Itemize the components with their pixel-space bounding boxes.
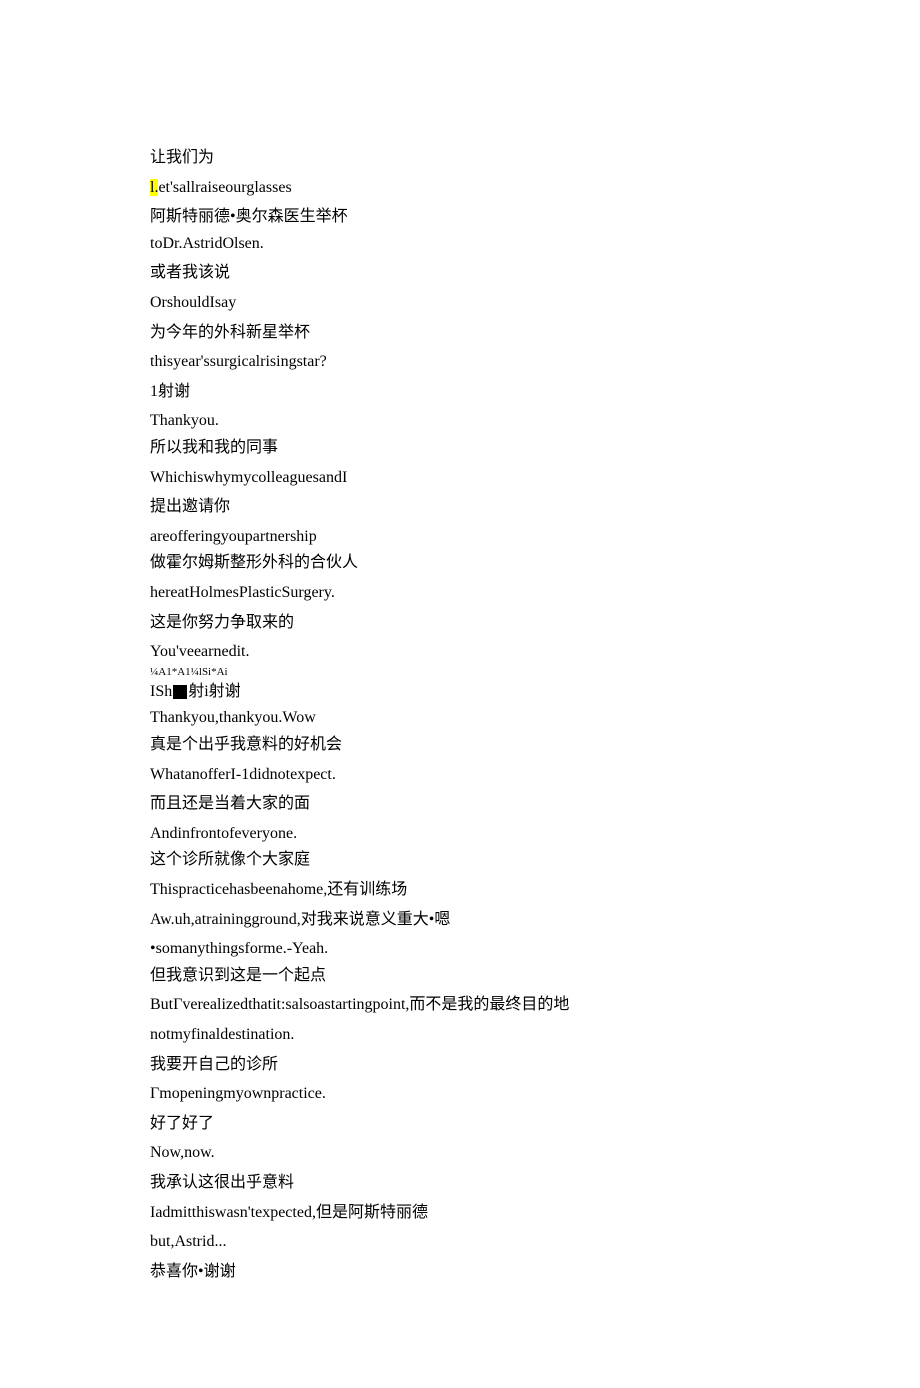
text-line-35: Now,now. [150,1140,770,1166]
text-line-0: 让我们为 [150,145,770,171]
text-line-30: ButΓverealizedthatit:salsoastartingpoint… [150,992,770,1018]
text-line-29: 但我意识到这是一个起点 [150,963,770,989]
text-line-19: ISh 射i射谢 [150,679,770,705]
document-body: 让我们为 l.et'sallraiseourglasses 阿斯特丽德•奥尔森医生举… [150,145,770,1284]
text-line-24: Andinfrontofeveryone. [150,821,770,847]
text-line-36: 我承认这很出乎意料 [150,1170,770,1196]
text-line-21: 真是个出乎我意料的好机会 [150,732,770,758]
text-line-33: Γmopeningmyownpractice. [150,1081,770,1107]
text-line-16: 这是你努力争取来的 [150,610,770,636]
text-line-13: areofferingyoupartnership [150,524,770,550]
text-line-23: 而且还是当着大家的面 [150,791,770,817]
text-line-17: You'veearnedit. [150,639,770,665]
text-line-27: Aw.uh,atrainingground,对我来说意义重大•嗯 [150,907,770,933]
text-line-25: 这个诊所就像个大家庭 [150,847,770,873]
text-line-9: Thankyou. [150,408,770,434]
line-text: et'sallraiseourglasses [158,179,291,196]
text-line-18: ¼A1*A1¼lSi*Ai [150,666,770,679]
black-square-icon [173,685,187,699]
text-line-26: Thispracticehasbeenahome,还有训练场 [150,877,770,903]
text-line-3: toDr.AstridOlsen. [150,231,770,257]
text-line-22: WhatanofferI-1didnotexpect. [150,762,770,788]
text-line-20: Thankyou,thankyou.Wow [150,705,770,731]
text-line-7: thisyear'ssurgicalrisingstar? [150,349,770,375]
text-line-32: 我要开自己的诊所 [150,1052,770,1078]
text-line-11: WhichiswhymycolleaguesandI [150,465,770,491]
text-line-2: 阿斯特丽德•奥尔森医生举杯 [150,204,770,230]
text-line-38: but,Astrid... [150,1229,770,1255]
text-line-6: 为今年的外科新星举杯 [150,320,770,346]
text-line-31: notmyfinaldestination. [150,1022,770,1048]
text-line-5: OrshouldIsay [150,290,770,316]
text-line-8: 1射谢 [150,379,770,405]
line-prefix: ISh [150,683,172,700]
text-line-1: l.et'sallraiseourglasses [150,175,770,201]
text-line-14: 做霍尔姆斯整形外科的合伙人 [150,550,770,576]
text-line-37: Iadmitthiswasn'texpected,但是阿斯特丽德 [150,1200,770,1226]
text-line-4: 或者我该说 [150,260,770,286]
line-text: 射i射谢 [188,683,240,700]
text-line-39: 恭喜你•谢谢 [150,1259,770,1285]
text-line-34: 好了好了 [150,1111,770,1137]
text-line-12: 提出邀请你 [150,494,770,520]
text-line-28: •somanythingsforme.-Yeah. [150,936,770,962]
text-line-15: hereatHolmesPlasticSurgery. [150,580,770,606]
text-line-10: 所以我和我的同事 [150,435,770,461]
